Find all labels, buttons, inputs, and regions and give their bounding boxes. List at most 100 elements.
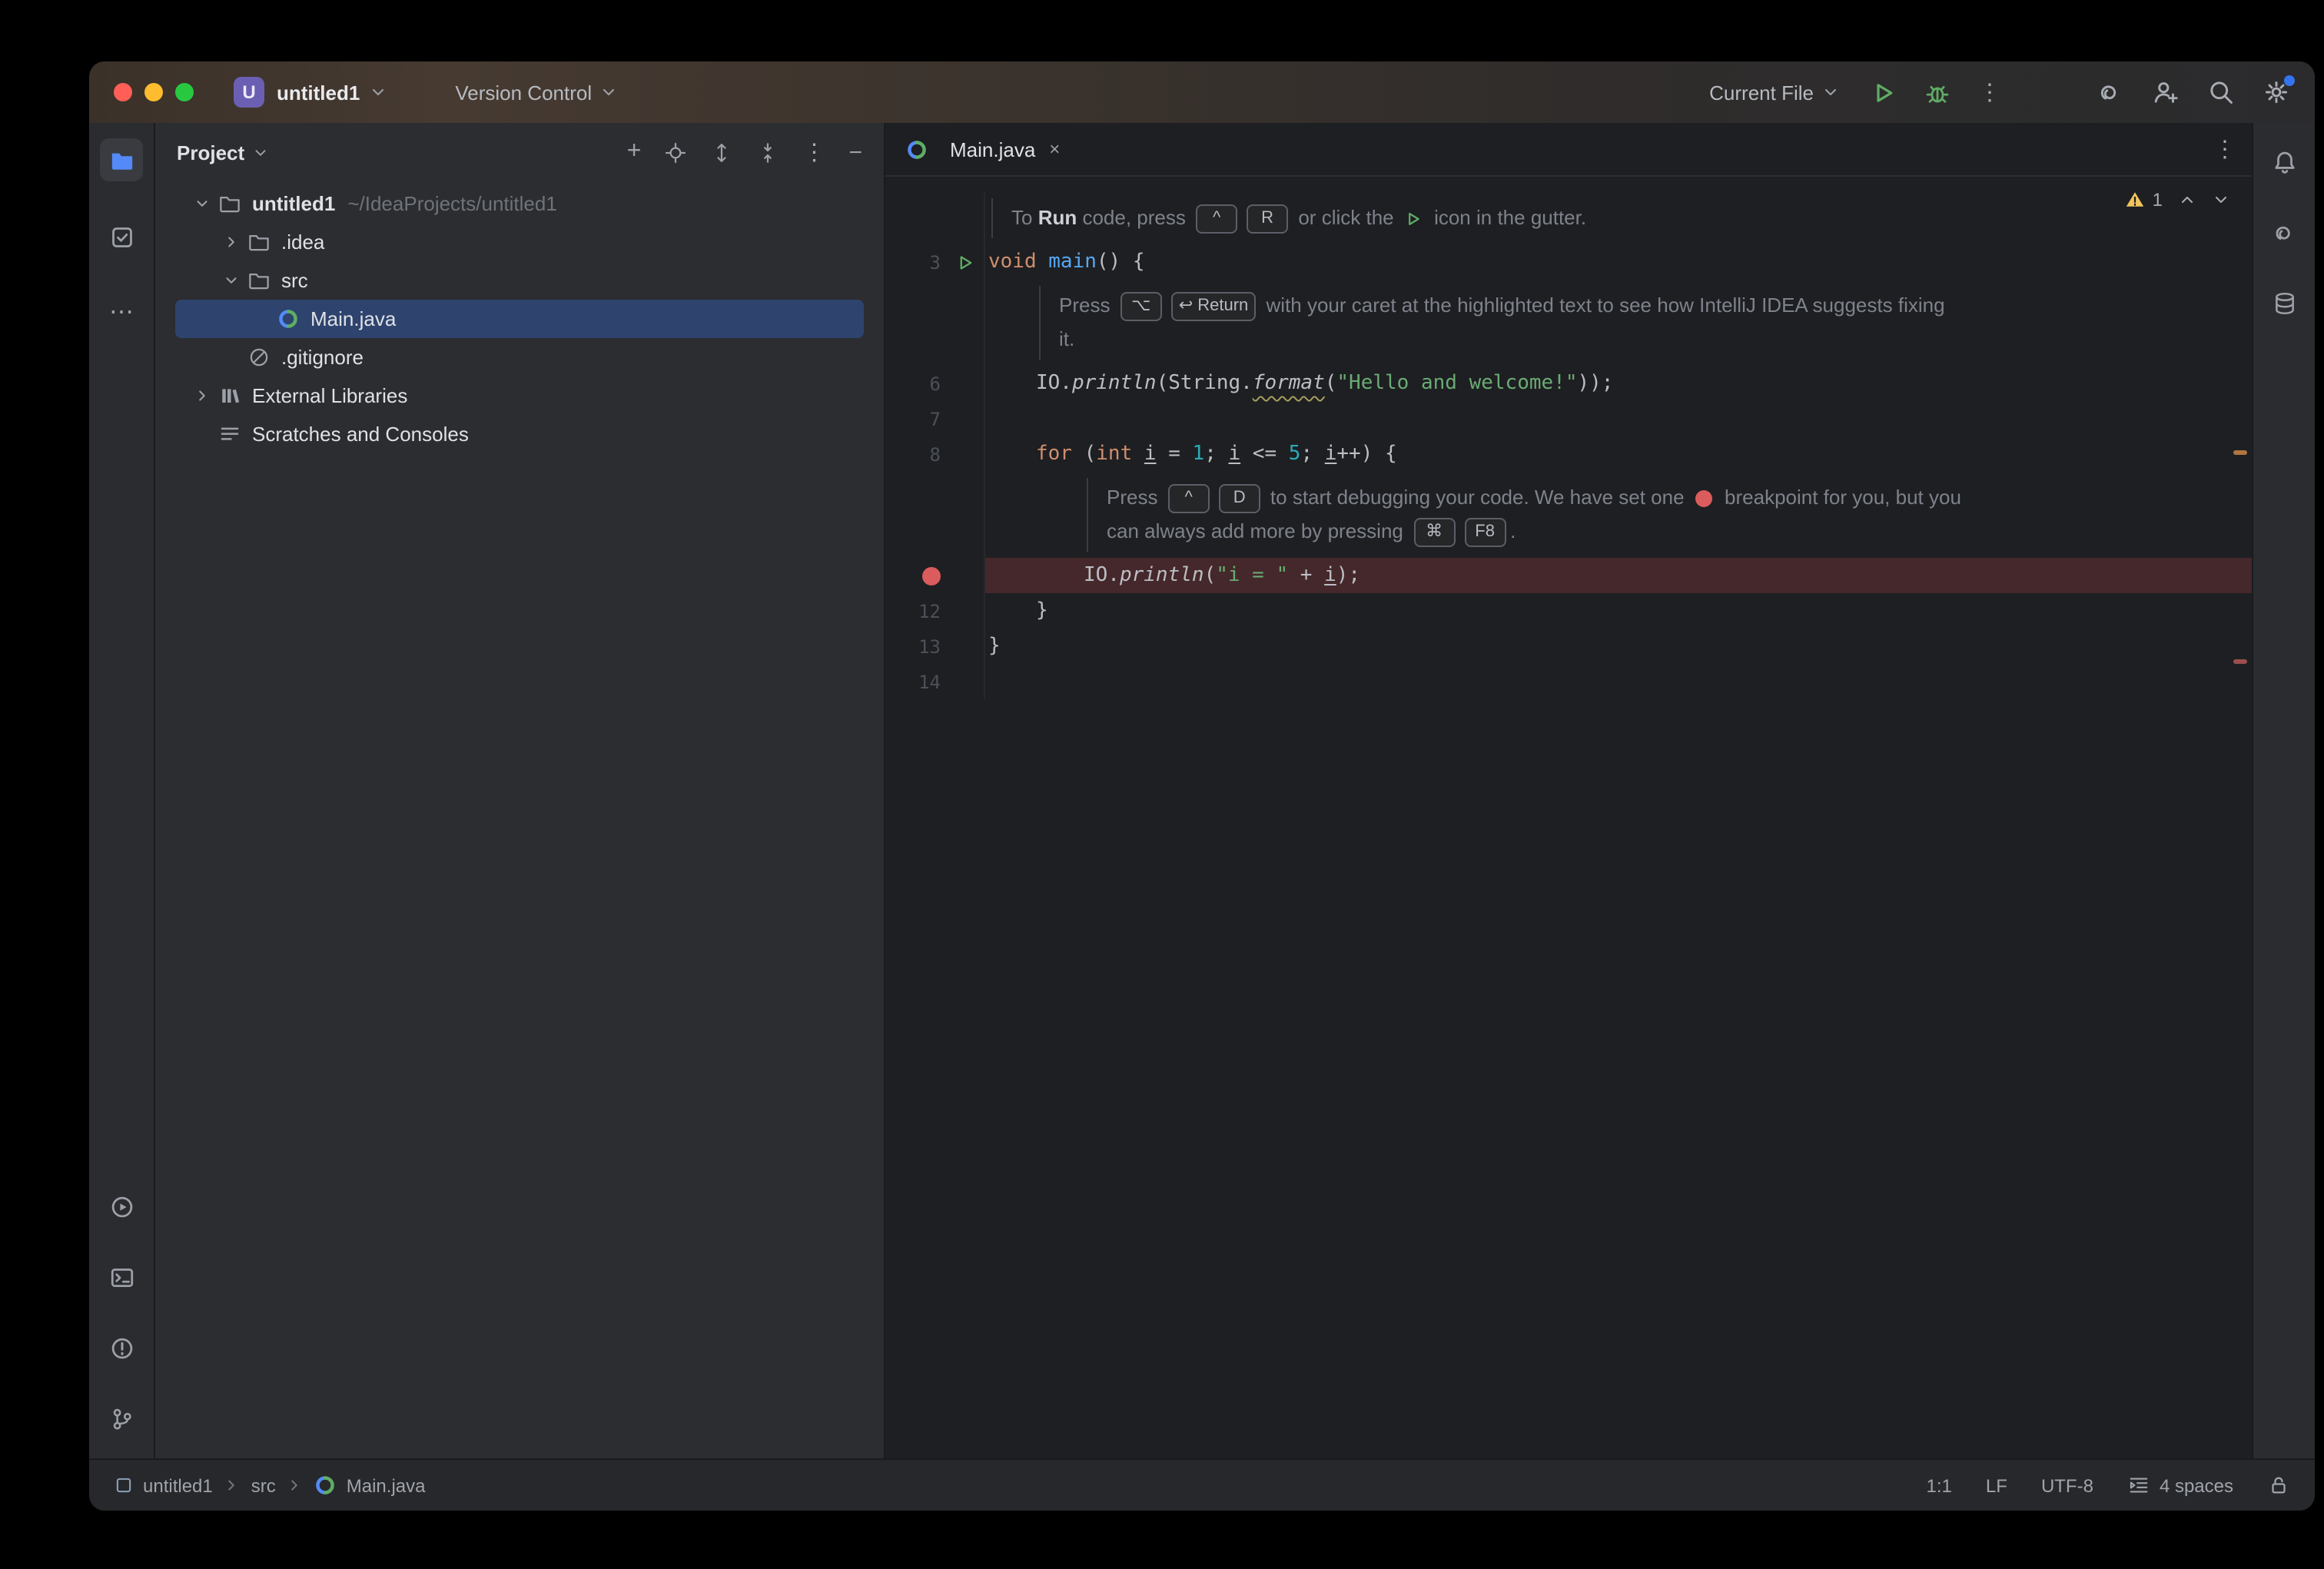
gutter[interactable]: 14	[885, 664, 984, 699]
zoom-window-button[interactable]	[175, 83, 194, 101]
code-text	[984, 401, 2252, 436]
project-panel-title-dropdown[interactable]: Project	[177, 141, 269, 164]
code-line[interactable]: 8for (int i = 1; i <= 5; i++) {	[885, 436, 2252, 472]
code-token: ++) {	[1336, 443, 1396, 466]
notifications-bell-icon[interactable]	[2263, 140, 2306, 183]
tree-item--idea[interactable]: .idea	[175, 223, 864, 261]
run-button[interactable]	[1871, 79, 1897, 105]
panel-options-kebab-icon[interactable]: ⋮	[802, 141, 825, 164]
module-icon	[114, 1475, 134, 1495]
chevron-down-icon	[369, 83, 387, 101]
breakpoint-dot[interactable]	[922, 566, 941, 585]
encoding[interactable]: UTF-8	[2041, 1474, 2093, 1496]
run-tool-button[interactable]	[100, 1185, 143, 1228]
scrollbar-warning-mark[interactable]	[2233, 450, 2247, 455]
search-icon[interactable]	[2207, 78, 2235, 106]
gutter[interactable]: 13	[885, 629, 984, 664]
project-widget[interactable]: U untitled1	[234, 77, 387, 108]
add-icon[interactable]: +	[627, 140, 642, 164]
more-tool-windows-icon[interactable]: ⋯	[100, 292, 143, 335]
tree-item-label: untitled1	[252, 192, 335, 215]
run-gutter-icon[interactable]	[947, 253, 984, 271]
code-line[interactable]: 6IO.println(String.format("Hello and wel…	[885, 366, 2252, 401]
code-line[interactable]: 12}	[885, 593, 2252, 629]
code-token: i	[1229, 443, 1241, 466]
tree-item-external-libraries[interactable]: External Libraries	[175, 376, 864, 415]
code-line[interactable]: 7	[885, 401, 2252, 436]
breadcrumb-main-java[interactable]: Main.java	[314, 1474, 426, 1497]
git-branch-icon[interactable]	[100, 1397, 143, 1440]
code-line[interactable]: 14	[885, 664, 2252, 699]
java-class-icon	[314, 1474, 337, 1497]
breadcrumb-src[interactable]: src	[251, 1474, 276, 1496]
hint-body: Press ⌥↩ Return with your caret at the h…	[984, 280, 2252, 366]
tree-item-src[interactable]: src	[175, 261, 864, 300]
add-user-icon[interactable]	[2152, 78, 2180, 106]
editor-tab-main-java[interactable]: Main.java ×	[885, 123, 1078, 175]
more-actions-kebab-icon[interactable]: ⋮	[1978, 81, 2001, 104]
tree-item-untitled1[interactable]: untitled1~/IdeaProjects/untitled1	[175, 184, 864, 223]
gutter[interactable]	[885, 558, 984, 593]
code-line[interactable]: 13}	[885, 629, 2252, 664]
caret-position[interactable]: 1:1	[1927, 1474, 1952, 1496]
ai-assistant-icon[interactable]	[2263, 211, 2306, 254]
tree-item-label: External Libraries	[252, 384, 407, 407]
chevron-down-icon	[252, 144, 269, 161]
indent-setting[interactable]: 4 spaces	[2127, 1474, 2233, 1497]
project-tree: untitled1~/IdeaProjects/untitled1.idea sr…	[155, 181, 884, 1458]
gutter[interactable]: 6	[885, 366, 984, 401]
hide-panel-icon[interactable]: −	[848, 141, 862, 164]
next-problem-chevron-icon[interactable]	[2212, 191, 2230, 209]
chevron-down-icon[interactable]	[188, 195, 217, 212]
gutter[interactable]: 12	[885, 593, 984, 629]
tree-item-scratches-and-consoles[interactable]: Scratches and Consoles	[175, 415, 864, 453]
tree-item-label: .gitignore	[281, 346, 364, 369]
chevron-down-icon	[1821, 83, 1840, 101]
project-tool-button[interactable]	[100, 138, 143, 181]
project-name: untitled1	[277, 81, 360, 104]
chevron-down-icon	[599, 83, 618, 101]
tree-item-main-java[interactable]: Main.java	[175, 300, 864, 338]
code-token: );	[1336, 564, 1360, 587]
problems-tool-button[interactable]	[100, 1326, 143, 1369]
tree-item--gitignore[interactable]: .gitignore	[175, 338, 864, 376]
ai-assistant-icon[interactable]	[2097, 78, 2124, 106]
ignored-icon	[246, 346, 272, 369]
scrollbar-error-mark[interactable]	[2233, 659, 2247, 664]
gutter[interactable]: 7	[885, 401, 984, 436]
close-tab-icon[interactable]: ×	[1049, 138, 1060, 160]
expand-all-icon[interactable]	[710, 141, 733, 164]
gutter[interactable]: 3	[885, 244, 984, 280]
locate-file-icon[interactable]	[664, 141, 687, 164]
run-configuration-selector[interactable]: Current File	[1709, 81, 1840, 104]
gutter[interactable]: 8	[885, 436, 984, 472]
hint-body: Press ^D to start debugging your code. W…	[984, 472, 2252, 558]
indent-icon	[2127, 1474, 2150, 1497]
collapse-all-icon[interactable]	[756, 141, 779, 164]
editor-options-kebab-icon[interactable]: ⋮	[2213, 138, 2236, 161]
settings-gear-icon[interactable]	[2263, 78, 2290, 106]
titlebar-actions: Current File ⋮	[1709, 78, 2290, 106]
debug-button[interactable]	[1924, 79, 1950, 105]
commit-tool-button[interactable]	[100, 215, 143, 258]
vcs-widget[interactable]: Version Control	[455, 81, 618, 104]
editor-content[interactable]: To Run code, press ^R or click the icon …	[885, 177, 2252, 1458]
tree-item-label: src	[281, 269, 308, 292]
chevron-down-icon[interactable]	[217, 272, 246, 289]
write-access-lock-icon[interactable]	[2267, 1474, 2290, 1497]
close-window-button[interactable]	[114, 83, 132, 101]
code-line[interactable]: 3void main() {	[885, 244, 2252, 280]
hint-text: Press	[1107, 481, 1164, 515]
line-ending[interactable]: LF	[1986, 1474, 2007, 1496]
minimize-window-button[interactable]	[144, 83, 163, 101]
hint-text: To	[1011, 201, 1038, 235]
breadcrumb-untitled1[interactable]: untitled1	[114, 1474, 213, 1496]
chevron-right-icon[interactable]	[188, 387, 217, 404]
chevron-right-icon[interactable]	[217, 234, 246, 250]
code-line[interactable]: IO.println("i = " + i);	[885, 558, 2252, 593]
terminal-tool-button[interactable]	[100, 1256, 143, 1299]
warning-summary[interactable]: 1	[2125, 189, 2163, 211]
database-icon[interactable]	[2263, 281, 2306, 324]
prev-problem-chevron-icon[interactable]	[2178, 191, 2196, 209]
code-token: <=	[1240, 443, 1289, 466]
